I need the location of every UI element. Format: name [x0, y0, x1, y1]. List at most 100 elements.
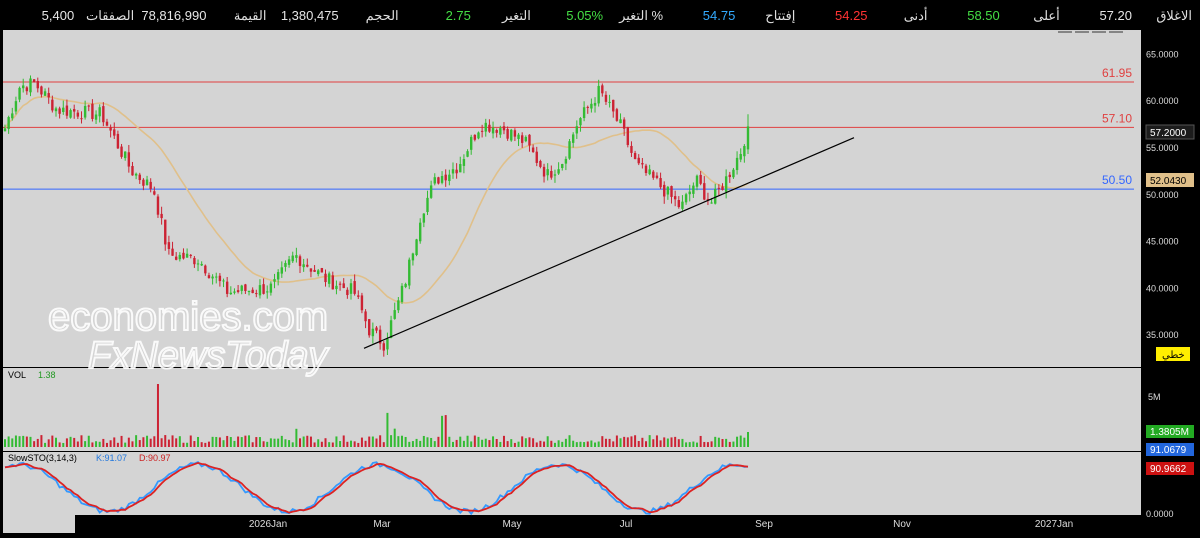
volume-bar: [539, 440, 542, 447]
volume-bar: [382, 442, 385, 447]
volume-bar: [11, 438, 14, 447]
volume-bar: [69, 436, 72, 447]
stoch-panel[interactable]: [3, 452, 1141, 515]
candle-body: [517, 134, 520, 139]
volume-bar: [506, 441, 509, 447]
y-tick-label: 60.0000: [1146, 96, 1179, 106]
volume-bar: [666, 438, 669, 447]
candle-body: [699, 174, 702, 184]
volume-bar: [182, 442, 185, 447]
candle-body: [7, 117, 10, 129]
candle-body: [746, 126, 750, 150]
level-label: 50.50: [1102, 173, 1132, 187]
candle-body: [681, 201, 684, 209]
volume-bar: [419, 440, 422, 447]
candle-body: [73, 109, 76, 112]
volume-bar: [120, 435, 123, 447]
volume-bar: [411, 441, 414, 447]
candle-body: [648, 169, 651, 175]
candle-body: [204, 265, 207, 274]
volume-bar: [18, 436, 21, 447]
candle-body: [145, 179, 149, 186]
candle-body: [189, 254, 192, 256]
candle-body: [739, 153, 742, 160]
volume-bar: [375, 438, 378, 447]
volume-bar: [546, 436, 549, 447]
volume-bar: [477, 436, 480, 447]
volume-bar: [189, 435, 192, 447]
candle-body: [375, 327, 378, 331]
volume-bar: [306, 435, 309, 447]
volume-bar: [459, 436, 462, 447]
vol-last-label: 1.3805M: [1150, 427, 1189, 438]
volume-bar: [269, 438, 272, 447]
candle-body: [349, 283, 353, 294]
volume-bar: [484, 438, 487, 447]
volume-bar: [743, 437, 746, 447]
candle-body: [43, 91, 47, 96]
candle-body: [102, 106, 105, 123]
volume-bar: [47, 439, 50, 447]
candle-body: [735, 157, 739, 171]
candle-body: [579, 118, 582, 126]
volume-bar: [685, 442, 688, 447]
header-label: القيمة: [234, 8, 267, 23]
volume-bar: [320, 441, 323, 447]
candle-body: [535, 151, 538, 163]
candle-body: [65, 105, 69, 116]
time-axis[interactable]: [3, 515, 1141, 533]
candle-body: [276, 272, 280, 280]
volume-bar: [710, 441, 713, 447]
volume-bar: [160, 438, 163, 447]
candle-body: [215, 276, 218, 278]
volume-bar: [240, 437, 243, 447]
volume-bar: [371, 436, 374, 447]
candle-body: [306, 264, 309, 267]
volume-bar: [156, 384, 159, 447]
candle-body: [659, 178, 662, 188]
candle-body: [116, 133, 120, 149]
chart-type-label[interactable]: خطي: [1162, 350, 1185, 361]
volume-panel[interactable]: [3, 368, 1141, 451]
header-label: أعلى: [1033, 7, 1060, 23]
volume-bar: [553, 442, 556, 447]
volume-bar: [594, 442, 597, 447]
header-value: 58.50: [967, 8, 1000, 23]
volume-bar: [357, 442, 360, 447]
volume-bar: [262, 441, 265, 447]
candle-body: [309, 268, 313, 272]
candle-body: [612, 99, 615, 112]
volume-bar: [663, 437, 666, 447]
volume-bar: [299, 438, 302, 447]
watermark-fxnewstoday: FxNewsToday: [88, 335, 329, 377]
candle-body: [539, 160, 542, 167]
chart-svg[interactable]: الاغلاق 57.20 أعلى 58.50 أدنى 54.25 إفتتاح 54.7…: [0, 0, 1200, 533]
volume-bar: [513, 442, 516, 447]
volume-bar: [109, 440, 112, 447]
candle-body: [225, 281, 229, 294]
volume-bar: [524, 438, 527, 447]
candle-body: [575, 126, 579, 134]
chart-window: الاغلاق 57.20 أعلى 58.50 أدنى 54.25 إفتتاح 54.7…: [0, 0, 1200, 533]
header-label: أدنى: [904, 7, 928, 23]
volume-bar: [495, 438, 498, 447]
stoch-label: SlowSTO(3,14,3): [8, 453, 77, 463]
candle-body: [397, 300, 400, 311]
header-value: 54.25: [835, 8, 868, 23]
candle-body: [211, 276, 214, 279]
candle-body: [346, 289, 349, 296]
volume-bar: [706, 442, 709, 447]
volume-bar: [564, 438, 567, 447]
candle-body: [484, 122, 487, 132]
candle-body: [178, 254, 182, 260]
volume-bar: [204, 442, 207, 447]
volume-bar: [615, 435, 618, 447]
volume-bar: [400, 435, 403, 447]
volume-bar: [659, 440, 662, 447]
candle-body: [251, 289, 254, 294]
volume-bar: [451, 441, 454, 447]
header-value: 78,816,990: [141, 8, 206, 23]
volume-bar: [455, 439, 458, 447]
candle-body: [368, 319, 371, 336]
volume-bar: [696, 442, 699, 447]
